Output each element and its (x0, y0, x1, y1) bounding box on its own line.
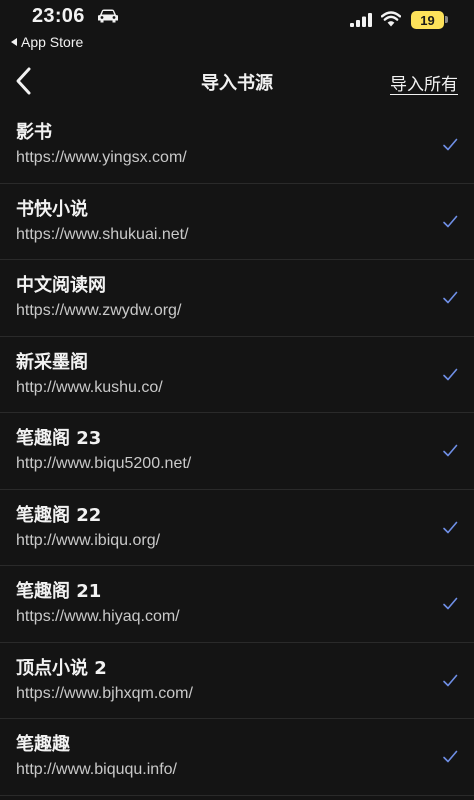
source-row[interactable]: 新采墨阁 http://www.kushu.co/ (0, 337, 474, 413)
source-name: 影书 (16, 122, 52, 143)
source-name: 笔趣阁 21 (16, 581, 102, 602)
back-to-app-store[interactable]: App Store (11, 34, 83, 50)
source-url: https://www.zwydw.org/ (16, 302, 182, 319)
source-row[interactable]: 影书 https://www.yingsx.com/ (0, 107, 474, 184)
source-url: http://www.biququ.info/ (16, 761, 177, 778)
source-url: http://www.kushu.co/ (16, 378, 163, 396)
back-triangle-icon (11, 38, 17, 46)
status-bar: 23:06 App Store 19 (0, 0, 474, 52)
checkmark-icon (443, 750, 458, 763)
checkmark-icon (443, 597, 458, 610)
checkmark-icon (443, 674, 458, 686)
source-url: https://www.hiyaq.com/ (16, 608, 180, 625)
source-url: https://www.yingsx.com/ (16, 149, 187, 166)
source-name: 笔趣阁 22 (16, 504, 102, 526)
source-row[interactable]: 笔趣阁 23 http://www.biqu5200.net/ (0, 413, 474, 490)
wifi-icon (381, 11, 401, 27)
status-time: 23:06 (32, 5, 85, 27)
source-name: 笔趣阁 23 (16, 428, 102, 449)
source-name: 新采墨阁 (16, 351, 88, 373)
source-name: 中文阅读网 (16, 275, 106, 296)
checkmark-icon (443, 521, 458, 533)
source-url: http://www.ibiqu.org/ (16, 531, 161, 549)
source-url: http://www.biqu5200.net/ (16, 455, 192, 472)
checkmark-icon (443, 368, 458, 380)
source-row[interactable]: 笔趣阁 21 https://www.hiyaq.com/ (0, 566, 474, 643)
source-url: https://www.bjhxqm.com/ (16, 684, 193, 702)
source-row[interactable]: 中文阅读网 https://www.zwydw.org/ (0, 260, 474, 337)
car-icon (98, 9, 118, 23)
battery-icon: 19 (411, 11, 444, 29)
back-app-label: App Store (21, 34, 84, 50)
navigation-bar: 导入书源 导入所有 (0, 56, 474, 106)
battery-level: 19 (420, 12, 435, 28)
source-row[interactable]: 书快小说 https://www.shukuai.net/ (0, 184, 474, 260)
cellular-signal-icon (350, 13, 372, 27)
source-name: 书快小说 (16, 198, 88, 220)
import-all-button[interactable]: 导入所有 (390, 70, 458, 95)
checkmark-icon (443, 291, 458, 304)
source-name: 笔趣趣 (16, 734, 70, 755)
checkmark-icon (443, 138, 458, 151)
checkmark-icon (443, 444, 458, 457)
checkmark-icon (443, 215, 458, 227)
source-name: 顶点小说 2 (16, 657, 107, 679)
battery-nub (445, 16, 448, 23)
source-row[interactable]: 笔趣趣 http://www.biququ.info/ (0, 719, 474, 796)
source-url: https://www.shukuai.net/ (16, 225, 189, 243)
source-row[interactable]: 笔趣阁 22 http://www.ibiqu.org/ (0, 490, 474, 566)
book-source-list: 影书 https://www.yingsx.com/书快小说 https://www… (0, 107, 474, 796)
source-row[interactable]: 顶点小说 2 https://www.bjhxqm.com/ (0, 643, 474, 719)
